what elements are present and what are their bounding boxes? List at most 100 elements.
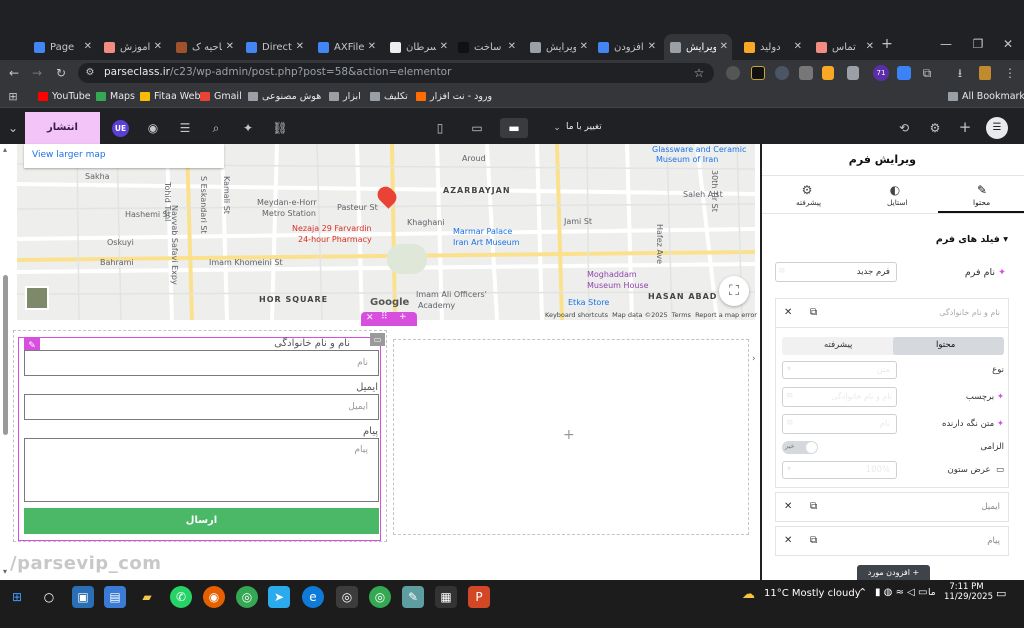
remove-item-icon[interactable]: ✕	[784, 307, 792, 318]
tab-close-icon[interactable]: ✕	[580, 41, 588, 52]
dynamic-tags-icon[interactable]: ≡	[778, 266, 786, 276]
ai-sparkle-icon[interactable]: ✦	[238, 118, 258, 138]
name-input[interactable]: نام	[24, 350, 379, 376]
preview-eye-icon[interactable]: ◉	[143, 118, 163, 138]
desktop-device-button[interactable]: ▬	[500, 118, 528, 138]
remove-item-icon[interactable]: ✕	[784, 535, 792, 546]
reload-icon[interactable]: ↻	[52, 63, 70, 83]
taskbar-app-icon[interactable]: ▤	[104, 586, 126, 608]
edge-icon[interactable]: e	[302, 586, 324, 608]
search-icon[interactable]: ⌕	[206, 118, 226, 138]
keyboard-shortcuts-link[interactable]: Keyboard shortcuts	[545, 311, 608, 319]
extension-badge[interactable]: 71	[873, 65, 889, 81]
tab-close-icon[interactable]: ✕	[720, 41, 728, 52]
layers-icon[interactable]: ☰	[175, 118, 195, 138]
terms-link[interactable]: Terms	[672, 311, 691, 319]
submit-button[interactable]: ارسال	[24, 508, 379, 534]
forward-icon[interactable]: →	[28, 63, 46, 83]
all-bookmarks[interactable]: All Bookmarks	[948, 91, 1024, 102]
add-item-button[interactable]: افزودن مورد +	[857, 565, 930, 580]
download-icon[interactable]: ⭳	[950, 63, 970, 83]
powerpoint-icon[interactable]: P	[468, 586, 490, 608]
google-map[interactable]	[17, 144, 755, 320]
extension-icon[interactable]	[726, 66, 740, 80]
subtab-content[interactable]: محتوا	[936, 340, 955, 350]
tab-advanced[interactable]: پیشرفته	[796, 198, 821, 207]
link-icon[interactable]: ⛓	[270, 118, 290, 138]
tab-close-icon[interactable]: ✕	[368, 41, 376, 52]
scroll-up-arrow[interactable]: ▴	[0, 140, 10, 160]
tab-content[interactable]: محتوا	[973, 198, 990, 207]
bookmark-item[interactable]: ابزار	[329, 91, 361, 102]
search-icon[interactable]: ○	[38, 586, 60, 608]
browser-tab[interactable]: تماس ✕	[810, 34, 878, 60]
site-settings-icon[interactable]: ⚙	[925, 118, 945, 138]
duplicate-item-icon[interactable]: ⧉	[810, 307, 817, 318]
mobile-device-icon[interactable]: ▯	[430, 118, 450, 138]
firefox-icon[interactable]: ◉	[203, 586, 225, 608]
language-indicator[interactable]: ما	[928, 588, 936, 598]
browser-tab[interactable]: ویرایش ✕	[524, 34, 592, 60]
bookmark-item[interactable]: Maps	[96, 91, 135, 102]
extension-icon[interactable]	[799, 66, 813, 80]
weather-text[interactable]: 11°C Mostly cloudy	[764, 588, 861, 599]
telegram-icon[interactable]: ➤	[268, 586, 290, 608]
tab-close-icon[interactable]: ✕	[84, 41, 92, 52]
user-avatar[interactable]: UE	[112, 120, 129, 137]
email-input[interactable]: ایمیل	[24, 394, 379, 420]
label-input[interactable]: ≡ نام و نام خانوادگی	[782, 387, 897, 407]
menu-kebab-icon[interactable]: ⋮	[1002, 63, 1018, 83]
subtab-advanced[interactable]: پیشرفته	[824, 340, 852, 350]
column-width-select[interactable]: ▾ 100%	[782, 461, 897, 479]
shield-icon[interactable]	[847, 66, 859, 80]
bookmark-star-icon[interactable]: ☆	[690, 63, 708, 83]
tray-chevron-icon[interactable]: ⌃	[858, 586, 867, 599]
duplicate-item-icon[interactable]: ⧉	[810, 501, 817, 512]
tab-close-icon[interactable]: ✕	[440, 41, 448, 52]
scroll-down-arrow[interactable]: ▾	[0, 562, 10, 582]
preview-menu-label[interactable]: تغییر با ما	[566, 122, 602, 132]
repeater-item-email[interactable]: ✕ ⧉ ایمیل	[775, 492, 1009, 522]
tab-close-icon[interactable]: ✕	[866, 41, 874, 52]
taskbar-app-icon[interactable]: ▣	[72, 586, 94, 608]
chrome-profile-icon[interactable]: ◎	[369, 586, 391, 608]
message-textarea[interactable]: پیام	[24, 438, 379, 502]
panel-collapse-icon[interactable]: ›	[752, 354, 756, 364]
extension-icon[interactable]	[775, 66, 789, 80]
close-window-icon[interactable]: ✕	[998, 34, 1018, 54]
delete-section-icon[interactable]: ✕	[366, 313, 374, 323]
browser-tab[interactable]: ویرایش ✕	[664, 34, 732, 60]
bookmark-item[interactable]: Fitaa Web	[140, 91, 201, 102]
browser-tab[interactable]: سرطان ✕	[384, 34, 452, 60]
extension-icon[interactable]	[897, 66, 911, 80]
extension-icon[interactable]	[822, 66, 834, 80]
profile-icon[interactable]	[979, 66, 991, 80]
chrome-active-icon[interactable]: ◎	[336, 586, 358, 608]
minimize-icon[interactable]: —	[936, 34, 956, 54]
whatsapp-icon[interactable]: ✆	[170, 586, 192, 608]
dynamic-tags-icon[interactable]: ≡	[786, 418, 794, 428]
windows-start-icon[interactable]: ⊞	[6, 586, 28, 608]
form-fields-section[interactable]: فیلد های فرم ▾	[936, 234, 1008, 245]
view-larger-map-link[interactable]: View larger map	[32, 150, 106, 160]
chevron-down-icon[interactable]: ⌄	[4, 118, 22, 138]
publish-button[interactable]: انتشار	[25, 112, 100, 144]
required-toggle[interactable]: خیر	[782, 441, 818, 454]
file-explorer-icon[interactable]: ▰	[136, 586, 158, 608]
tab-close-icon[interactable]: ✕	[794, 41, 802, 52]
maximize-icon[interactable]: ❐	[968, 34, 988, 54]
repeater-item-name[interactable]: ✕ ⧉ نام و نام خانوادگی	[775, 298, 1009, 328]
new-tab-button[interactable]: +	[878, 34, 896, 54]
add-section-icon[interactable]: +	[399, 312, 407, 322]
notification-icon[interactable]: ▭	[996, 587, 1006, 600]
browser-tab[interactable]: Page ✕	[28, 34, 96, 60]
tab-close-icon[interactable]: ✕	[154, 41, 162, 52]
duplicate-item-icon[interactable]: ⧉	[810, 535, 817, 546]
map-fullscreen-icon[interactable]: ⛶	[719, 276, 749, 306]
tab-close-icon[interactable]: ✕	[296, 41, 304, 52]
add-element-icon[interactable]: +	[955, 117, 975, 137]
repeater-item-message[interactable]: ✕ ⧉ پیام	[775, 526, 1009, 556]
history-icon[interactable]: ⟲	[894, 118, 914, 138]
notepad-icon[interactable]: ✎	[402, 586, 424, 608]
dynamic-tags-icon[interactable]: ≡	[786, 391, 794, 401]
